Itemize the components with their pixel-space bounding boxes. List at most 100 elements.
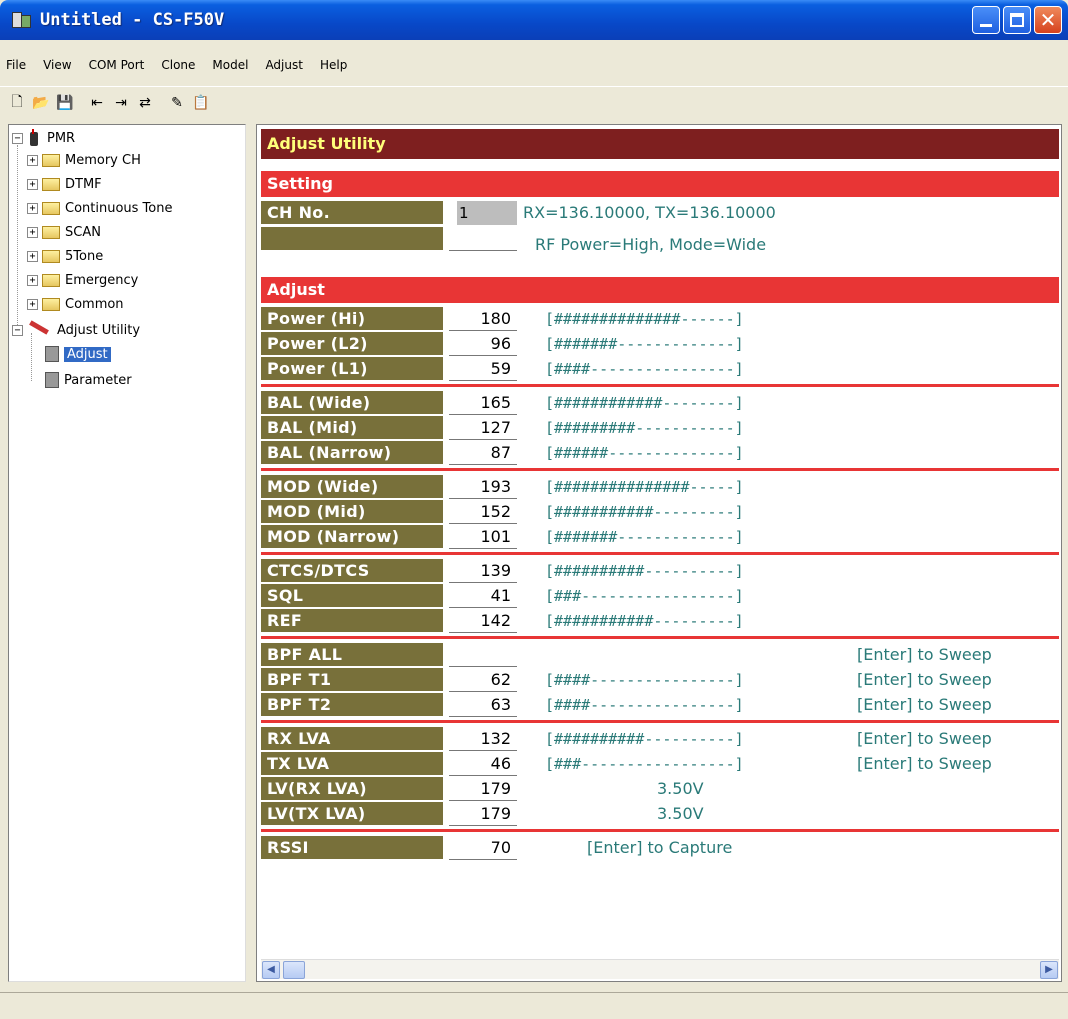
level-bar: [#######-------------] [545,528,744,546]
clone-radio-icon[interactable]: ⇄ [134,92,156,114]
collapse-icon[interactable]: − [12,324,23,336]
adjust-row-bpf-t2[interactable]: BPF T2 63 [####----------------] [Enter]… [261,693,1059,717]
expand-icon[interactable]: + [27,250,38,262]
tree-item-label: SCAN [65,224,101,240]
new-file-icon[interactable]: 🗋 [6,92,28,114]
tree-item-common[interactable]: + Common [27,295,124,313]
adjust-row-power-l2[interactable]: Power (L2) 96 [#######-------------] [261,332,1059,356]
adjust-row-power-l1[interactable]: Power (L1) 59 [####----------------] [261,357,1059,381]
title-bar[interactable]: Untitled - CS-F50V ✕ [0,0,1068,40]
panel-header: Adjust Utility [261,129,1059,159]
adjust-row-bpf-t1[interactable]: BPF T1 62 [####----------------] [Enter]… [261,668,1059,692]
expand-icon[interactable]: + [27,202,38,214]
level-bar: [############--------] [545,394,744,412]
adjust-row-mod-mid[interactable]: MOD (Mid) 152 [###########---------] [261,500,1059,524]
scrollbar-thumb[interactable] [283,961,305,979]
menu-model[interactable]: Model [212,58,248,72]
row-value[interactable]: 63 [449,693,517,717]
row-value[interactable]: 41 [449,584,517,608]
row-value[interactable]: 59 [449,357,517,381]
tree-item-label: PMR [47,130,76,146]
adjust-row-ctcs-dtcs[interactable]: CTCS/DTCS 139 [##########----------] [261,559,1059,583]
tree-item-label: Emergency [65,272,139,288]
navigation-tree[interactable]: − PMR + Memory CH + DTMF + Continuous To… [8,124,246,982]
row-value[interactable]: 96 [449,332,517,356]
open-folder-icon[interactable]: 📂 [30,92,52,114]
adjust-row-lv-rx-lva[interactable]: LV(RX LVA) 179 3.50V [261,777,1059,801]
adjust-row-mod-wide[interactable]: MOD (Wide) 193 [###############-----] [261,475,1059,499]
row-value[interactable]: 127 [449,416,517,440]
capture-hint: [Enter] to Capture [587,838,733,857]
adjust-row-power-hi[interactable]: Power (Hi) 180 [##############------] [261,307,1059,331]
row-value[interactable]: 46 [449,752,517,776]
expand-icon[interactable]: + [27,274,38,286]
group-divider [261,384,1059,387]
row-value[interactable]: 62 [449,668,517,692]
adjust-row-bal-mid[interactable]: BAL (Mid) 127 [#########-----------] [261,416,1059,440]
tree-item-continuous-tone[interactable]: + Continuous Tone [27,199,172,217]
menu-com-port[interactable]: COM Port [89,58,145,72]
tree-item-label: Adjust [64,346,111,362]
adjust-row-tx-lva[interactable]: TX LVA 46 [###-----------------] [Enter]… [261,752,1059,776]
read-radio-icon[interactable]: ⇤ [86,92,108,114]
expand-icon[interactable]: + [27,226,38,238]
adjust-row-mod-narrow[interactable]: MOD (Narrow) 101 [#######-------------] [261,525,1059,549]
row-value[interactable]: 142 [449,609,517,633]
minimize-button[interactable] [972,6,1000,34]
row-value[interactable]: 179 [449,802,517,826]
menu-clone[interactable]: Clone [161,58,195,72]
write-radio-icon[interactable]: ⇥ [110,92,132,114]
row-value[interactable]: 132 [449,727,517,751]
maximize-button[interactable] [1003,6,1031,34]
tree-item-parameter[interactable]: Parameter [45,371,132,389]
scroll-left-button[interactable]: ◀ [262,961,280,979]
row-value[interactable]: 152 [449,500,517,524]
ch-number-input[interactable]: 1 [449,201,517,225]
row-value[interactable]: 70 [449,836,517,860]
adjust-tool-icon[interactable]: ✎ [166,92,188,114]
row-value[interactable]: 179 [449,777,517,801]
tree-item-memory-ch[interactable]: + Memory CH [27,151,141,169]
tree-item-adjust[interactable]: Adjust [45,345,111,363]
menu-bar: File View COM Port Clone Model Adjust He… [0,52,1068,78]
adjust-row-bal-narrow[interactable]: BAL (Narrow) 87 [######--------------] [261,441,1059,465]
row-value[interactable]: 139 [449,559,517,583]
tree-item-pmr[interactable]: − PMR [12,129,75,147]
tree-item-adjust-utility[interactable]: − Adjust Utility [12,321,140,339]
row-value[interactable] [449,643,517,667]
row-value[interactable]: 180 [449,307,517,331]
adjust-row-bal-wide[interactable]: BAL (Wide) 165 [############--------] [261,391,1059,415]
menu-help[interactable]: Help [320,58,347,72]
adjust-row-lv-tx-lva[interactable]: LV(TX LVA) 179 3.50V [261,802,1059,826]
row-value[interactable]: 87 [449,441,517,465]
adjust-row-ref[interactable]: REF 142 [###########---------] [261,609,1059,633]
collapse-icon[interactable]: − [12,132,23,144]
expand-icon[interactable]: + [27,154,38,166]
row-value[interactable]: 101 [449,525,517,549]
row-value[interactable]: 165 [449,391,517,415]
paste-icon[interactable]: 📋 [190,92,212,114]
adjust-row-rx-lva[interactable]: RX LVA 132 [##########----------] [Enter… [261,727,1059,751]
menu-file[interactable]: File [6,58,26,72]
adjust-row-sql[interactable]: SQL 41 [###-----------------] [261,584,1059,608]
row-label: Power (Hi) [261,307,443,331]
horizontal-scrollbar[interactable]: ◀ ▶ [261,959,1059,979]
row-value[interactable]: 193 [449,475,517,499]
scroll-right-button[interactable]: ▶ [1040,961,1058,979]
sweep-hint: [Enter] to Sweep [857,729,992,748]
save-icon[interactable]: 💾 [54,92,76,114]
tree-item-scan[interactable]: + SCAN [27,223,101,241]
adjust-row-rssi[interactable]: RSSI 70 [Enter] to Capture [261,836,1059,860]
close-button[interactable]: ✕ [1034,6,1062,34]
expand-icon[interactable]: + [27,178,38,190]
menu-view[interactable]: View [43,58,71,72]
tree-item-dtmf[interactable]: + DTMF [27,175,102,193]
expand-icon[interactable]: + [27,298,38,310]
tree-item-emergency[interactable]: + Emergency [27,271,138,289]
tree-item-5tone[interactable]: + 5Tone [27,247,103,265]
row-label: MOD (Narrow) [261,525,443,549]
radio-icon [27,129,41,147]
adjust-row-bpf-all[interactable]: BPF ALL [Enter] to Sweep [261,643,1059,667]
menu-adjust[interactable]: Adjust [265,58,303,72]
tree-item-label: Continuous Tone [65,200,173,216]
